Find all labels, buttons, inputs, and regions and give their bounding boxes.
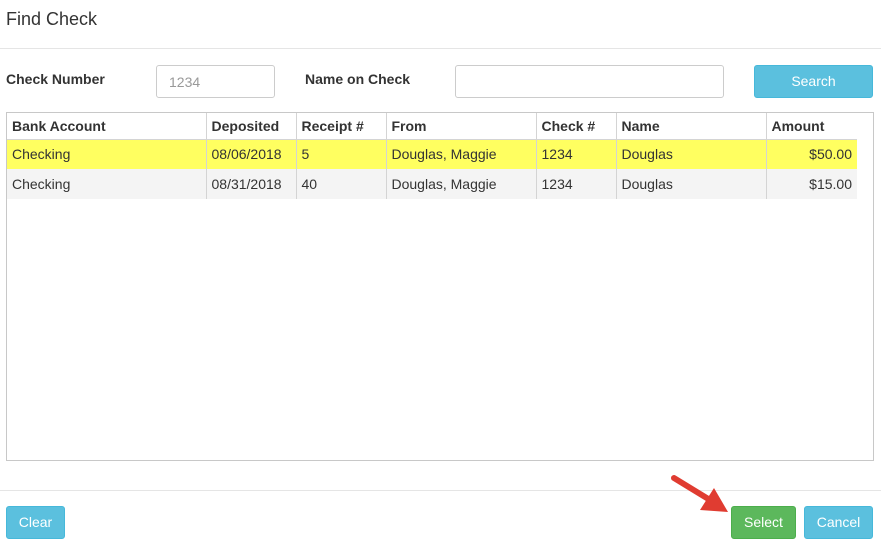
column-header-receipt[interactable]: Receipt # — [296, 113, 387, 140]
column-header-amount[interactable]: Amount — [766, 113, 857, 140]
cell-name: Douglas — [616, 169, 767, 199]
arrow-icon — [671, 475, 728, 512]
search-button[interactable]: Search — [754, 65, 873, 98]
cell-deposited: 08/06/2018 — [206, 139, 297, 169]
column-header-check[interactable]: Check # — [536, 113, 617, 140]
table-header-row: Bank Account Deposited Receipt # From Ch… — [7, 113, 857, 140]
name-on-check-input[interactable] — [455, 65, 724, 98]
clear-button[interactable]: Clear — [6, 506, 65, 539]
cell-receipt: 5 — [296, 139, 387, 169]
cell-bank-account: Checking — [7, 139, 207, 169]
cell-bank-account: Checking — [7, 169, 207, 199]
check-number-input[interactable] — [156, 65, 275, 98]
column-header-name[interactable]: Name — [616, 113, 767, 140]
column-header-from[interactable]: From — [386, 113, 537, 140]
cell-deposited: 08/31/2018 — [206, 169, 297, 199]
cell-from: Douglas, Maggie — [386, 139, 537, 169]
results-grid: Bank Account Deposited Receipt # From Ch… — [6, 112, 874, 461]
check-number-label: Check Number — [6, 71, 105, 87]
cell-receipt: 40 — [296, 169, 387, 199]
select-button[interactable]: Select — [731, 506, 796, 539]
cell-amount: $50.00 — [766, 139, 857, 169]
dialog-title: Find Check — [6, 9, 98, 29]
cell-check: 1234 — [536, 169, 617, 199]
cell-amount: $15.00 — [766, 169, 857, 199]
table-row[interactable]: Checking 08/31/2018 40 Douglas, Maggie 1… — [7, 169, 857, 199]
column-header-bank-account[interactable]: Bank Account — [7, 113, 207, 140]
header-divider — [0, 48, 881, 49]
results-table: Bank Account Deposited Receipt # From Ch… — [7, 113, 857, 199]
column-header-deposited[interactable]: Deposited — [206, 113, 297, 140]
name-on-check-label: Name on Check — [305, 71, 411, 87]
footer-divider — [0, 490, 881, 491]
cell-from: Douglas, Maggie — [386, 169, 537, 199]
cell-name: Douglas — [616, 139, 767, 169]
table-row[interactable]: Checking 08/06/2018 5 Douglas, Maggie 12… — [7, 139, 857, 169]
cancel-button[interactable]: Cancel — [804, 506, 873, 539]
cell-check: 1234 — [536, 139, 617, 169]
